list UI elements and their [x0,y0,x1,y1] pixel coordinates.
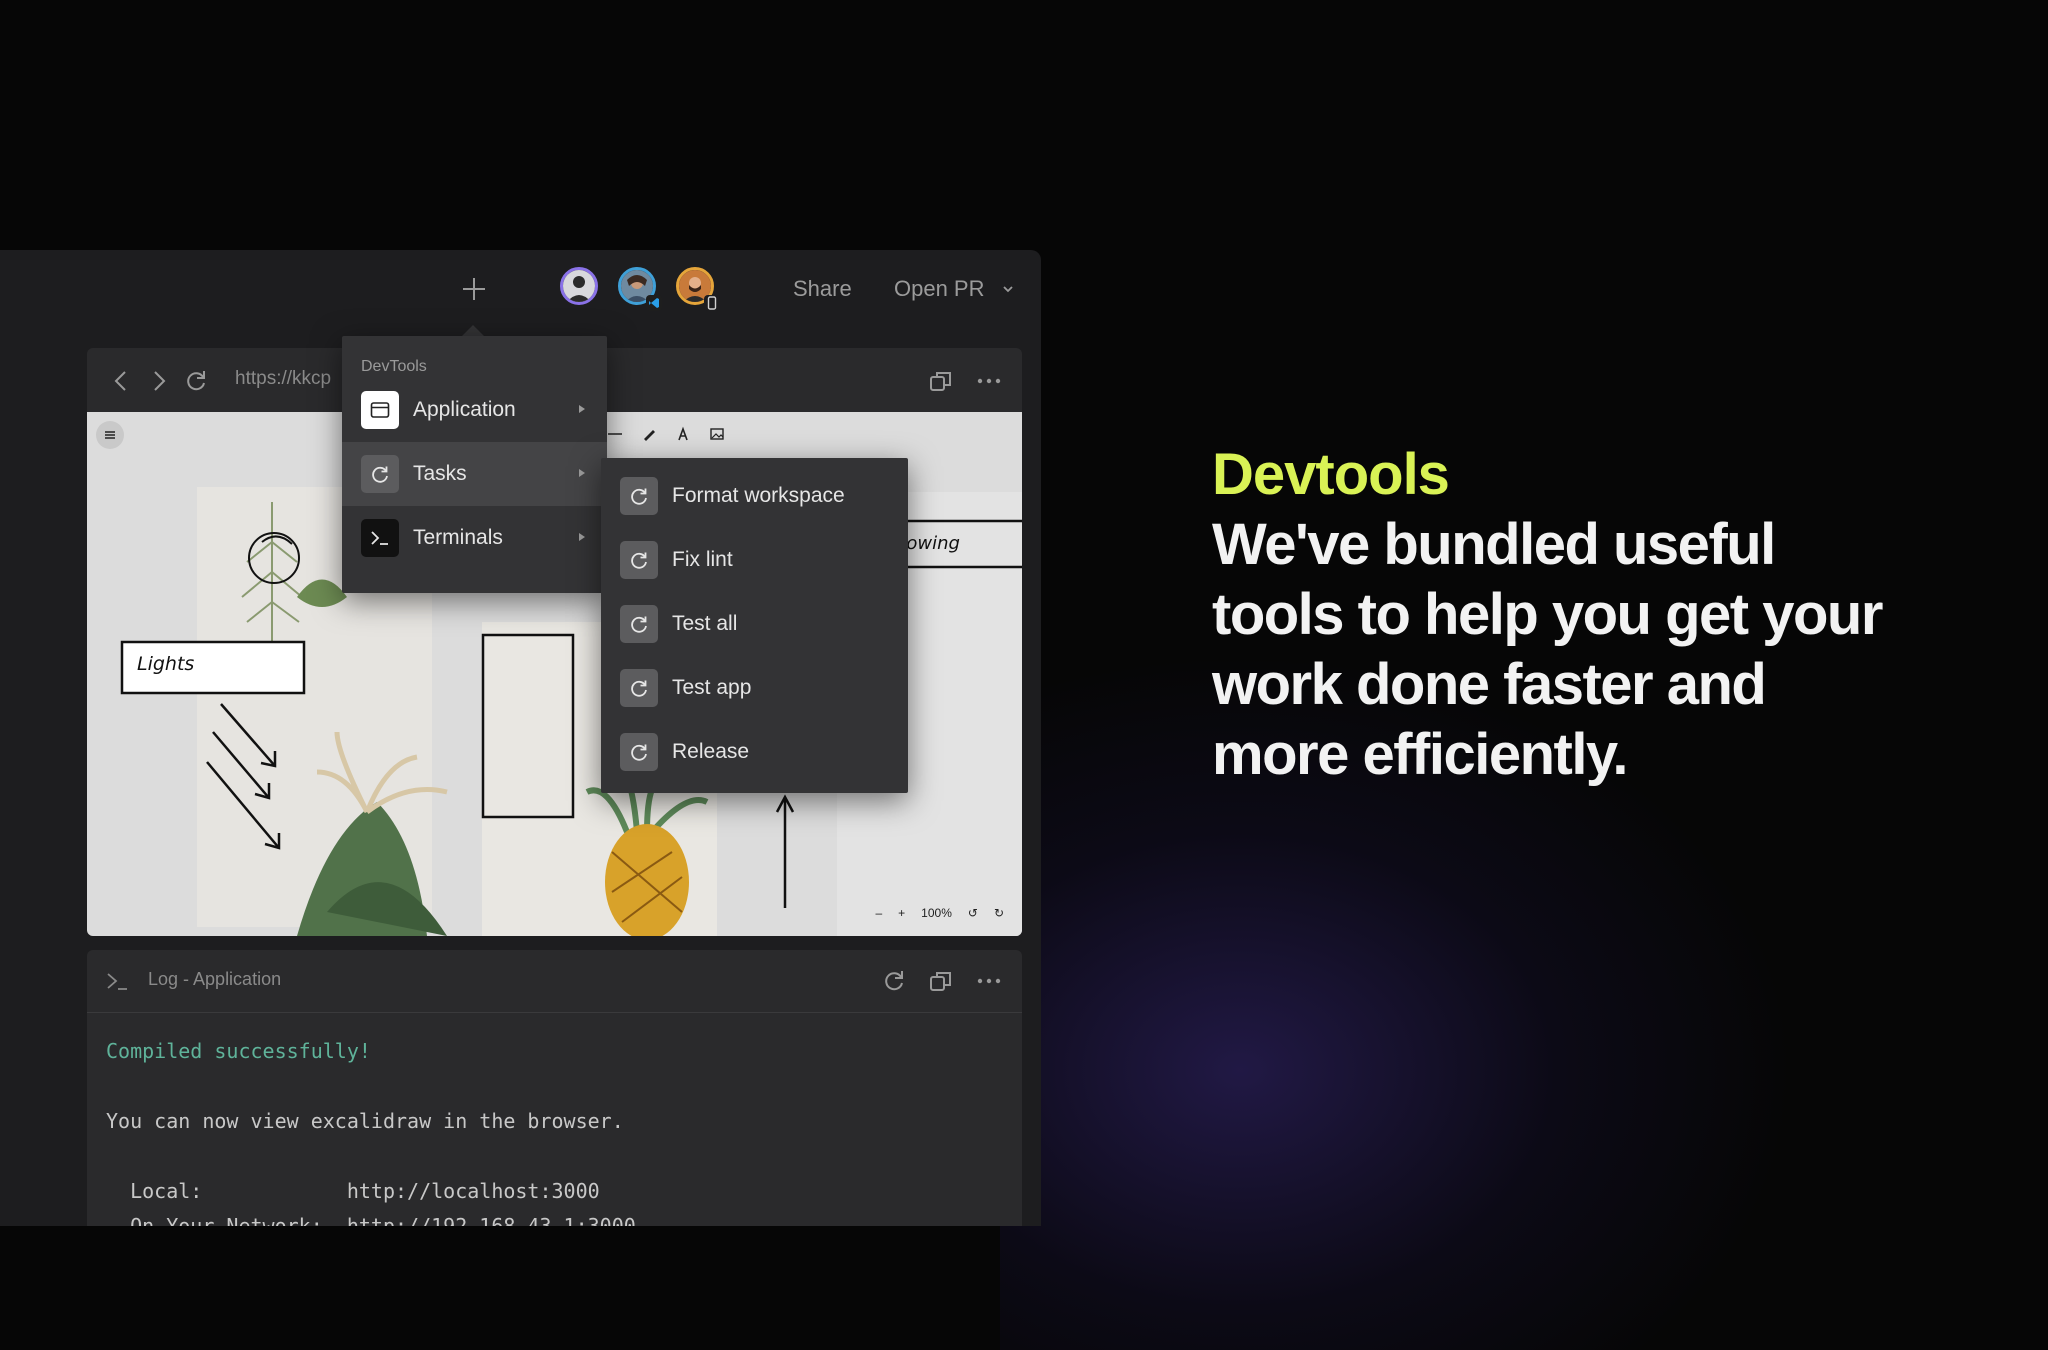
plus-icon [463,278,485,300]
task-label: Test app [672,676,752,699]
log-line-compiled: Compiled successfully! [106,1039,371,1063]
log-header: Log - Application [87,950,1022,1013]
share-button[interactable]: Share [793,276,852,302]
lights-label: Lights [137,653,195,675]
text-tool-icon[interactable] [675,426,691,442]
zoom-level: 100% [921,906,952,920]
pencil-tool-icon[interactable] [641,426,657,442]
reload-icon[interactable] [183,368,209,394]
log-output: Compiled successfully! You can now view … [106,1034,636,1226]
task-label: Test all [672,612,738,635]
avatar-user-2[interactable] [618,267,662,311]
image-tool-icon[interactable] [709,426,725,442]
undo-icon[interactable]: ↺ [968,906,978,920]
refresh-icon [620,541,658,579]
zoom-controls: – + 100% ↺ ↻ [875,906,1004,920]
line-tool-icon[interactable] [607,426,623,442]
task-label: Release [672,740,750,763]
drawing-label: rowing [899,533,960,554]
canvas-menu-button[interactable] [96,421,124,449]
refresh-icon [620,477,658,515]
hero-section: Devtools We've bundled useful tools to h… [1212,440,1892,790]
task-label: Format workspace [672,484,845,507]
menu-item-label: Terminals [413,526,503,549]
forward-icon[interactable] [146,368,172,394]
hero-title: Devtools [1212,442,1450,507]
menu-item-application[interactable]: Application [342,378,607,442]
log-line-blank [106,1139,636,1174]
zoom-out-icon[interactable]: – [875,906,882,920]
refresh-icon [620,605,658,643]
menu-item-terminals[interactable]: Terminals [342,506,607,570]
task-label: Fix lint [672,548,733,571]
canvas-toolbar [607,426,725,442]
submenu-arrow-icon [579,405,585,413]
refresh-icon [361,455,399,493]
task-test-all[interactable]: Test all [601,592,908,656]
popout-icon[interactable] [928,968,954,994]
refresh-icon[interactable] [881,968,907,994]
task-release[interactable]: Release [601,720,908,784]
terminal-icon [107,973,127,990]
terminal-icon [361,519,399,557]
window-icon [361,391,399,429]
avatar-user-1[interactable] [560,267,598,305]
top-bar: Share Open PR [0,250,1041,330]
menu-item-tasks[interactable]: Tasks [342,442,607,506]
vscode-icon [646,295,662,311]
avatar-user-3[interactable] [676,267,720,311]
devtools-menu: DevTools Application Tasks Terminals [342,336,607,593]
hero-description: We've bundled useful tools to help you g… [1212,512,1883,787]
log-line-view: You can now view excalidraw in the brows… [106,1109,624,1133]
more-icon[interactable] [976,968,1002,994]
avatar-face [560,267,598,305]
phone-icon [704,295,720,311]
menu-item-label: Tasks [413,462,467,485]
log-title: Log - Application [148,969,282,989]
submenu-arrow-icon [579,533,585,541]
log-panel: Log - Application Compiled successfully!… [87,950,1022,1226]
log-line-local: Local: http://localhost:3000 [106,1179,600,1203]
refresh-icon [620,669,658,707]
popout-icon[interactable] [928,368,954,394]
redo-icon[interactable]: ↻ [994,906,1004,920]
task-test-app[interactable]: Test app [601,656,908,720]
refresh-icon [620,733,658,771]
tasks-submenu: Format workspace Fix lint Test all Test … [601,458,908,793]
task-format-workspace[interactable]: Format workspace [601,464,908,528]
menu-item-label: Application [413,398,516,421]
menu-heading: DevTools [361,358,427,375]
open-pr-button[interactable]: Open PR [894,276,985,302]
add-button[interactable] [458,270,490,308]
hamburger-icon [105,431,115,439]
more-icon[interactable] [976,368,1002,394]
submenu-arrow-icon [579,469,585,477]
task-fix-lint[interactable]: Fix lint [601,528,908,592]
back-icon[interactable] [109,368,135,394]
log-line-blank [106,1069,636,1104]
chevron-down-icon[interactable] [1002,284,1014,294]
zoom-in-icon[interactable]: + [898,906,905,920]
log-line-network: On Your Network: http://192.168.43.1:300… [106,1214,636,1226]
url-field[interactable]: https://kkcp [235,368,331,390]
